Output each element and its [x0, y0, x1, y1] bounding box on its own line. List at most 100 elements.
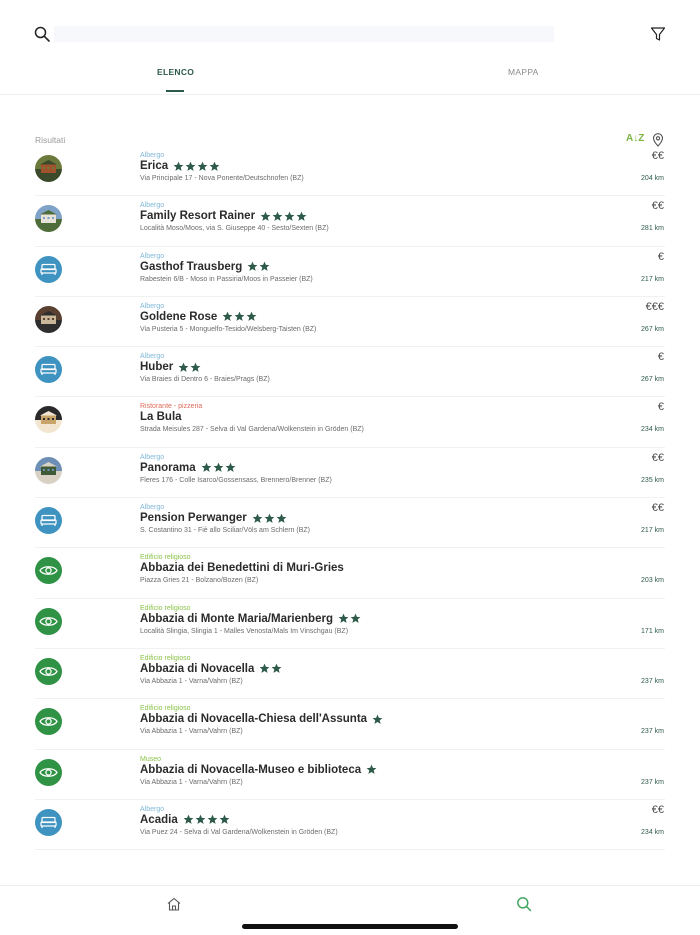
result-name[interactable]: Acadia	[140, 814, 178, 826]
result-row[interactable]: Edificio religioso Abbazia dei Benedettin…	[35, 548, 665, 599]
result-category: Edificio religioso	[140, 554, 191, 562]
result-row[interactable]: Albergo Pension Perwanger S. Costantino 31…	[35, 498, 665, 549]
result-address: Via Puez 24 - Selva di Val Gardena/Wolke…	[140, 828, 338, 836]
star-rating	[222, 311, 258, 322]
price-level: €€	[651, 451, 664, 464]
result-distance: 204 km	[641, 175, 664, 182]
result-row[interactable]: Edificio religioso Abbazia di Novacella Vi…	[35, 649, 665, 700]
result-row[interactable]: Albergo Goldene Rose Via Pusteria 5 - Mong…	[35, 297, 665, 348]
view-tabs: ELENCO MAPPA	[0, 60, 700, 95]
star-icon	[252, 513, 263, 523]
star-icon	[207, 814, 218, 825]
top-bar	[0, 0, 700, 60]
search-icon[interactable]	[34, 26, 50, 42]
result-distance: 237 km	[641, 728, 664, 736]
star-icon	[296, 211, 307, 221]
eye-icon	[35, 557, 62, 585]
bed-icon	[35, 507, 62, 535]
result-title-line: Huber	[140, 361, 202, 373]
result-address: S. Costantino 31 - Fiè allo Sciliar/Völs…	[140, 527, 311, 535]
price-level: €€	[651, 200, 664, 213]
result-name[interactable]: Pension Perwanger	[140, 512, 247, 524]
result-distance: 234 km	[641, 426, 664, 434]
result-name[interactable]: Goldene Rose	[140, 311, 217, 323]
bed-icon	[35, 255, 62, 283]
result-row[interactable]: Albergo Erica Via Principale 17 - Nova Pon…	[35, 146, 665, 197]
tab-elenco[interactable]: ELENCO	[157, 67, 194, 77]
result-name[interactable]: Huber	[140, 361, 173, 373]
home-indicator	[242, 924, 458, 929]
result-row[interactable]: Edificio religioso Abbazia di Monte Maria…	[35, 599, 665, 649]
filter-icon[interactable]	[650, 26, 666, 42]
result-category: Ristorante - pizzeria	[140, 403, 203, 411]
result-name[interactable]: Family Resort Rainer	[140, 210, 255, 222]
result-title-line: Abbazia di Monte Maria/Marienberg	[140, 613, 362, 625]
result-title-line: Abbazia di Novacella-Museo e biblioteca	[140, 764, 378, 776]
search-input[interactable]	[54, 26, 554, 42]
star-icon	[173, 161, 184, 171]
result-name[interactable]: Abbazia di Monte Maria/Marienberg	[140, 613, 333, 625]
search-tab-icon[interactable]	[516, 896, 532, 912]
star-icon	[260, 664, 270, 674]
result-category: Albergo	[140, 805, 165, 813]
result-row[interactable]: Albergo Huber Via Braies di Dentro 6 - Bra…	[35, 347, 665, 398]
result-name[interactable]: Abbazia di Novacella-Chiesa dell'Assunta	[140, 713, 367, 725]
star-icon	[219, 814, 230, 825]
star-rating	[247, 261, 271, 272]
star-icon	[197, 161, 208, 171]
result-row[interactable]: Edificio religioso Abbazia di Novacella-C…	[35, 699, 665, 750]
price-level: €	[657, 250, 664, 263]
result-name[interactable]: Abbazia dei Benedettini di Muri-Gries	[140, 562, 344, 574]
sort-az-button[interactable]: A↓Z	[626, 133, 644, 144]
result-title-line: Gasthof Trausberg	[140, 261, 271, 273]
result-row[interactable]: Museo Abbazia di Novacella-Museo e biblio…	[35, 750, 665, 800]
price-level: €	[657, 351, 664, 364]
star-icon	[276, 513, 287, 523]
star-icon	[372, 714, 383, 724]
price-level: €€	[651, 502, 664, 515]
star-icon	[284, 211, 295, 221]
result-title-line: Family Resort Rainer	[140, 210, 308, 222]
result-title-line: Erica	[140, 160, 221, 172]
result-distance: 235 km	[641, 476, 664, 484]
result-category: Albergo	[140, 302, 165, 310]
star-icon	[225, 462, 236, 473]
result-name[interactable]: Abbazia di Novacella-Museo e biblioteca	[140, 764, 361, 776]
star-rating	[173, 161, 221, 172]
star-icon	[195, 814, 206, 825]
star-rating	[201, 462, 237, 473]
star-icon	[185, 161, 196, 171]
result-row[interactable]: Albergo Family Resort Rainer Località Moso…	[35, 196, 665, 247]
eye-icon	[35, 708, 62, 736]
result-distance: 217 km	[641, 275, 664, 283]
star-icon	[366, 764, 377, 774]
eye-icon	[35, 758, 62, 786]
result-name[interactable]: Erica	[140, 160, 168, 172]
result-title-line: Abbazia di Novacella	[140, 663, 283, 675]
star-icon	[259, 261, 270, 271]
home-icon[interactable]	[166, 896, 182, 912]
result-category: Edificio religioso	[140, 705, 191, 713]
location-pin-icon[interactable]	[652, 133, 664, 147]
result-address: Piazza Gries 21 - Bolzano/Bozen (BZ)	[140, 577, 259, 585]
star-icon	[272, 211, 283, 221]
star-icon	[209, 161, 220, 171]
place-photo	[35, 155, 62, 182]
tab-mappa[interactable]: MAPPA	[508, 67, 539, 77]
bottom-nav	[0, 885, 700, 935]
result-address: Via Pusteria 5 - Monguelfo-Tesido/Welsbe…	[140, 325, 317, 333]
result-row[interactable]: Ristorante - pizzeria La Bula Strada Meisu…	[35, 397, 665, 448]
price-level: €	[657, 401, 664, 414]
place-photo	[35, 406, 62, 434]
bed-icon	[35, 356, 62, 384]
result-row[interactable]: Albergo Acadia Via Puez 24 - Selva di Val …	[35, 800, 665, 851]
result-row[interactable]: Albergo Gasthof Trausberg Rabestein 6/B - …	[35, 247, 665, 297]
star-rating	[372, 714, 384, 725]
result-name[interactable]: Gasthof Trausberg	[140, 261, 242, 273]
result-row[interactable]: Albergo Panorama Fleres 176 - Colle Isarco…	[35, 448, 665, 499]
result-name[interactable]: La Bula	[140, 411, 182, 423]
result-name[interactable]: Panorama	[140, 462, 196, 474]
result-name[interactable]: Abbazia di Novacella	[140, 663, 254, 675]
star-icon	[338, 613, 349, 624]
result-address: Località Slingia, Slingia 1 - Malles Ven…	[140, 627, 349, 635]
